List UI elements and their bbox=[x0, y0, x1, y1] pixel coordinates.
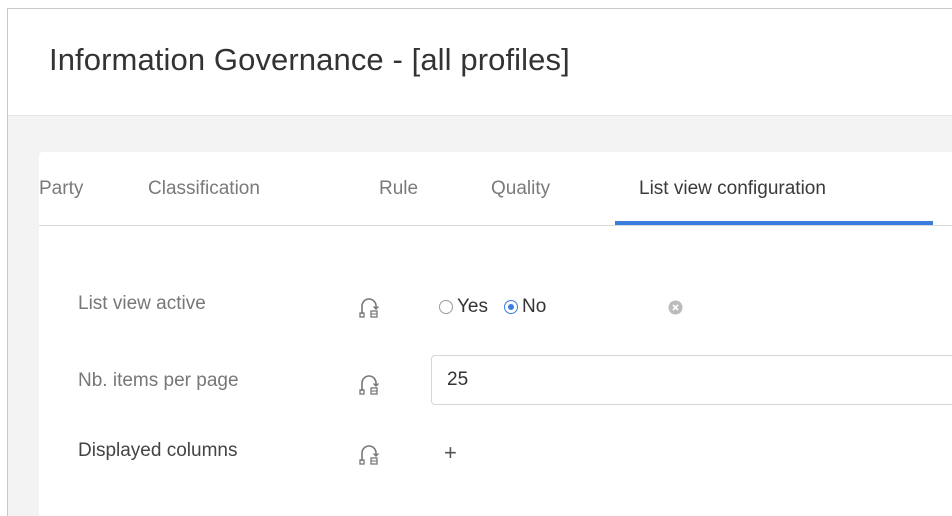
active-tab-indicator bbox=[615, 221, 933, 225]
page-header: Information Governance - [all profiles] bbox=[8, 9, 952, 116]
inherit-icon[interactable] bbox=[358, 373, 380, 395]
radio-yes[interactable]: Yes bbox=[439, 296, 488, 318]
items-per-page-input[interactable] bbox=[431, 355, 952, 405]
radio-no-circle[interactable] bbox=[504, 300, 518, 314]
tab-quality[interactable]: Quality bbox=[491, 178, 550, 200]
tab-rule[interactable]: Rule bbox=[379, 178, 418, 200]
inherit-icon[interactable] bbox=[358, 296, 380, 318]
main-panel: Party Classification Rule Quality List v… bbox=[39, 152, 952, 516]
tab-classification[interactable]: Classification bbox=[148, 178, 260, 200]
inherit-icon[interactable] bbox=[358, 443, 380, 465]
list-view-active-radio-group: Yes No bbox=[439, 295, 546, 319]
radio-yes-label[interactable]: Yes bbox=[457, 296, 488, 318]
radio-no[interactable]: No bbox=[504, 296, 546, 318]
page-title: Information Governance - [all profiles] bbox=[49, 42, 570, 77]
app-window: Information Governance - [all profiles] … bbox=[7, 8, 952, 516]
items-per-page-label: Nb. items per page bbox=[78, 370, 239, 391]
radio-yes-circle[interactable] bbox=[439, 300, 453, 314]
displayed-columns-label: Displayed columns bbox=[78, 440, 238, 461]
tab-party[interactable]: Party bbox=[39, 178, 83, 200]
add-column-button[interactable]: + bbox=[444, 442, 457, 464]
list-view-active-label: List view active bbox=[78, 293, 206, 314]
tab-list-view-configuration[interactable]: List view configuration bbox=[639, 178, 826, 200]
radio-no-label[interactable]: No bbox=[522, 296, 546, 318]
tab-bar: Party Classification Rule Quality List v… bbox=[39, 152, 952, 226]
clear-icon[interactable] bbox=[668, 300, 683, 315]
